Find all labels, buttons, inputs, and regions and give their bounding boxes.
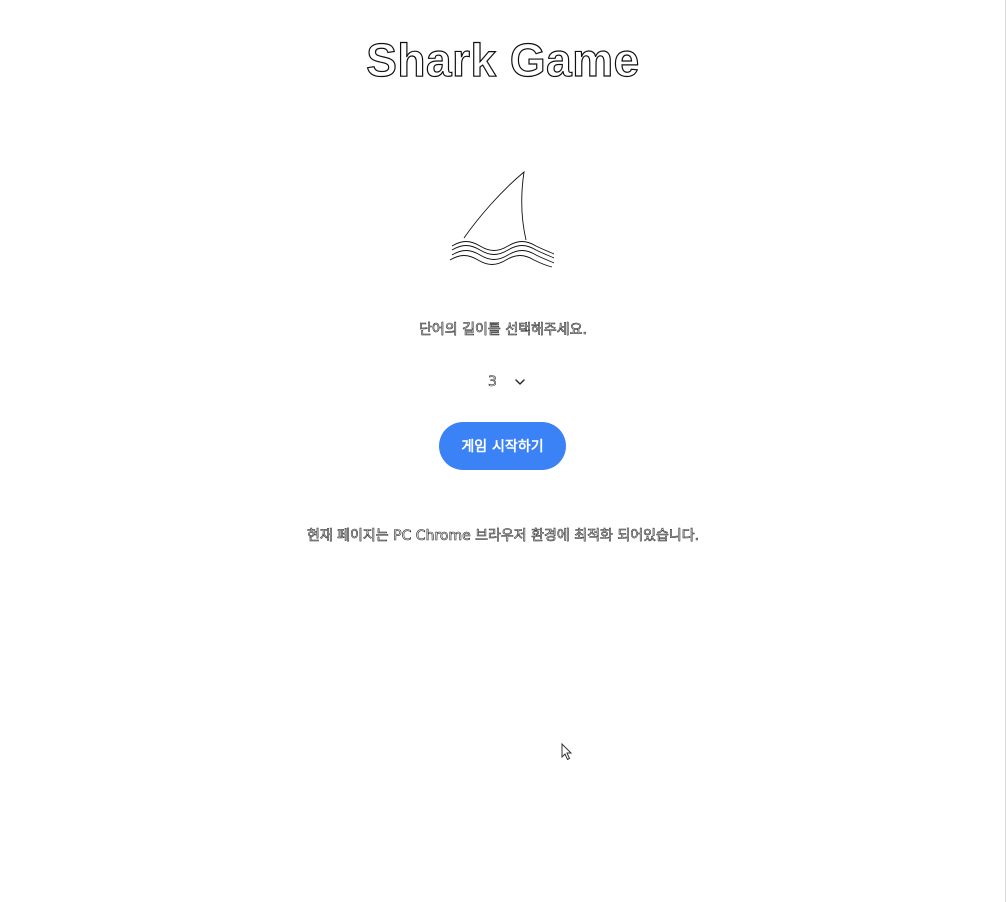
shark-fin-icon: [449, 170, 555, 268]
page-title: Shark Game: [366, 33, 640, 86]
browser-notice: 현재 페이지는 PC Chrome 브라우저 환경에 최적화 되어있습니다.: [306, 528, 700, 545]
chevron-down-icon: [515, 379, 525, 385]
word-length-select[interactable]: 3: [478, 370, 532, 394]
word-length-selected-value: 3: [488, 374, 498, 391]
word-length-prompt: 단어의 길이를 선택해주세요.: [419, 322, 588, 339]
start-game-button[interactable]: 게임 시작하기: [439, 422, 566, 470]
game-start-page: Shark Game 단어의 길이를 선택해주세요. 3 게임 시작하기 현재 …: [0, 0, 1006, 902]
mouse-cursor-icon: [561, 743, 573, 761]
